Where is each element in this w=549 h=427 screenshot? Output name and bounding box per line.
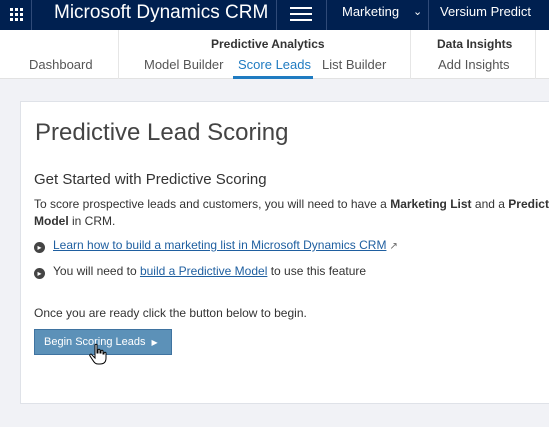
caret-right-icon: ▶ (151, 338, 158, 347)
marketing-list-help-link[interactable]: Learn how to build a marketing list in M… (53, 238, 386, 252)
sub-area-label[interactable]: Versium Predict (440, 4, 531, 20)
intro-prefix: To score prospective leads and customers… (34, 197, 391, 211)
tab-list-builder[interactable]: List Builder (322, 57, 386, 72)
external-link-icon: ↗ (389, 241, 398, 252)
hand-cursor-icon (89, 343, 107, 365)
intro-text: To score prospective leads and customers… (34, 196, 549, 230)
top-navigation-bar: Microsoft Dynamics CRM Marketing ⌄ Versi… (0, 0, 549, 30)
tab-score-leads[interactable]: Score Leads (238, 57, 311, 72)
tab-model-builder[interactable]: Model Builder (144, 57, 224, 72)
group-separator (535, 30, 536, 79)
group-title-predictive-analytics: Predictive Analytics (211, 37, 325, 51)
build-predictive-model-link[interactable]: build a Predictive Model (140, 264, 267, 278)
hamburger-menu-icon[interactable] (290, 5, 312, 23)
intro-suffix: in CRM. (68, 214, 116, 228)
app-title[interactable]: Microsoft Dynamics CRM (54, 1, 268, 25)
tab-add-insights[interactable]: Add Insights (438, 57, 510, 72)
page-title: Predictive Lead Scoring (35, 119, 289, 146)
group-title-data-insights: Data Insights (437, 37, 513, 51)
section-title: Get Started with Predictive Scoring (34, 171, 267, 188)
divider (428, 0, 429, 30)
ready-text: Once you are ready click the button belo… (34, 306, 307, 320)
bullet-prefix: You will need to (53, 264, 140, 278)
content-card: Predictive Lead Scoring Get Started with… (20, 101, 549, 404)
chevron-right-circle-icon: ▸ (34, 268, 45, 279)
list-item: ▸ You will need to build a Predictive Mod… (34, 264, 366, 279)
chevron-right-circle-icon: ▸ (34, 242, 45, 253)
bullet-suffix: to use this feature (267, 264, 367, 278)
app-launcher-icon[interactable] (0, 0, 32, 30)
area-menu-label[interactable]: Marketing (342, 4, 399, 20)
divider (276, 0, 277, 30)
active-tab-indicator (233, 76, 313, 79)
intro-marketing-list: Marketing List (390, 197, 472, 211)
chevron-down-icon[interactable]: ⌄ (413, 4, 422, 20)
group-separator (118, 30, 119, 79)
intro-middle: and a (471, 197, 509, 211)
tab-dashboard[interactable]: Dashboard (29, 57, 93, 72)
list-item: ▸ Learn how to build a marketing list in … (34, 238, 398, 253)
divider (326, 0, 327, 30)
secondary-navigation: Dashboard Predictive Analytics Model Bui… (0, 30, 549, 79)
group-separator (410, 30, 411, 79)
